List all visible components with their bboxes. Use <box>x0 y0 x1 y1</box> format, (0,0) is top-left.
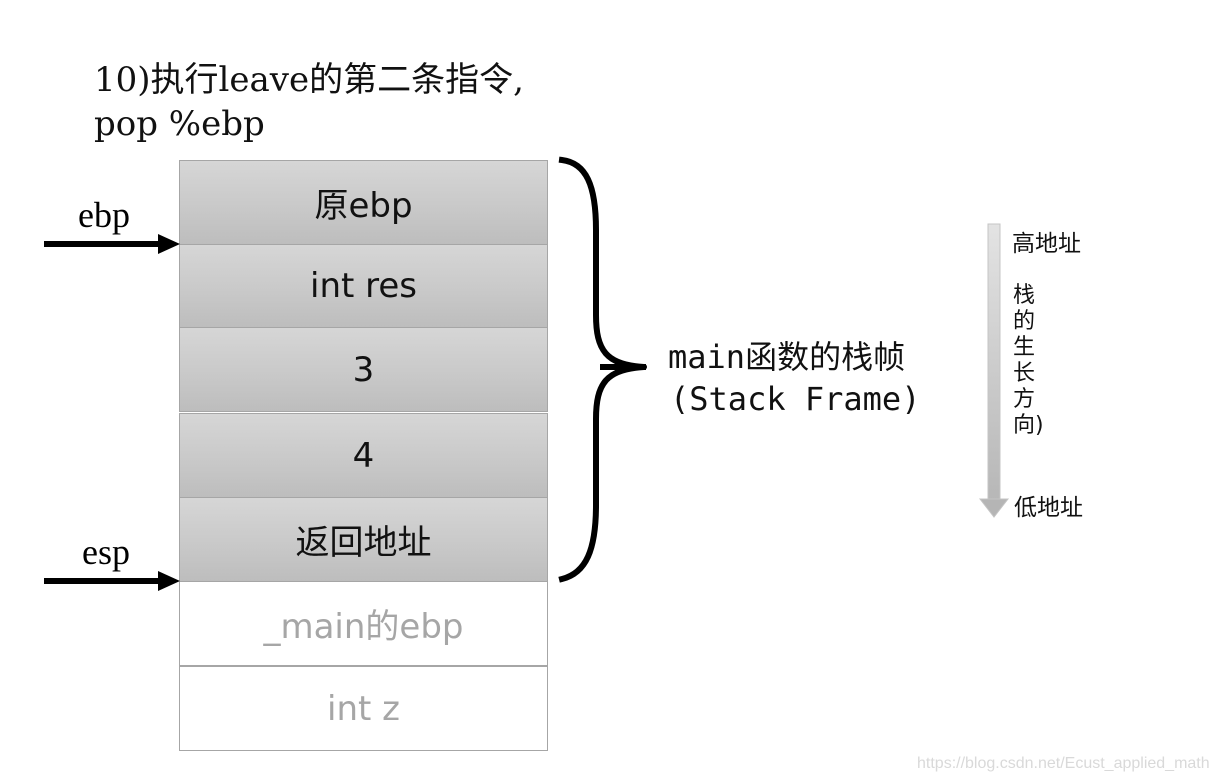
stack-cell-label: 3 <box>352 349 375 390</box>
stack-cell-label: 4 <box>352 435 375 476</box>
stack-cell-main-ebp: _main的ebp <box>179 581 548 666</box>
stack-growth-arrow-icon <box>978 223 1010 518</box>
instruction-text: pop %ebp <box>94 104 265 144</box>
stack-cell-return-address: 返回地址 <box>179 497 548 582</box>
stack-cell-int-res: int res <box>179 244 548 328</box>
step-heading: 10)执行leave的第二条指令, <box>94 60 524 100</box>
stack-cell-label: 返回地址 <box>295 523 432 563</box>
stack-cell-arg-4: 4 <box>179 413 548 498</box>
stack-cell-arg-3: 3 <box>179 327 548 412</box>
high-address-label: 高地址 <box>1012 231 1081 257</box>
stack-cell-int-z: int z <box>179 666 548 751</box>
stack-cell-old-ebp: 原ebp <box>179 160 548 245</box>
ebp-pointer-arrow-icon <box>44 234 180 254</box>
frame-annotation-subtitle: (Stack Frame) <box>670 380 921 418</box>
stack-cell-label: int res <box>310 266 417 306</box>
frame-annotation-title: main函数的栈帧 <box>668 338 906 376</box>
growth-direction-label: 栈的生长方向) <box>1013 283 1044 438</box>
esp-label: esp <box>82 532 130 572</box>
stack-cell-label: 原ebp <box>314 186 413 226</box>
curly-brace-icon <box>558 156 647 583</box>
stack-cell-label: int z <box>327 688 400 729</box>
low-address-label: 低地址 <box>1014 495 1083 521</box>
esp-pointer-arrow-icon <box>44 571 180 591</box>
stack-cell-label: _main的ebp <box>263 607 464 647</box>
ebp-label: ebp <box>78 195 130 235</box>
watermark: https://blog.csdn.net/Ecust_applied_math <box>917 755 1210 772</box>
